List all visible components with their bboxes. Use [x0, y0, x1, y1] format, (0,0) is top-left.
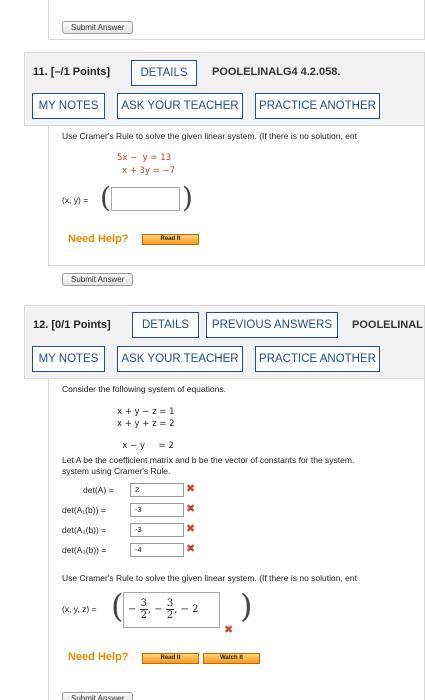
q11-answer-input[interactable]	[111, 187, 180, 211]
q12-watch-it-button[interactable]: Watch It	[203, 653, 260, 664]
q12-let-text: Let A be the coefficient matrix and b be…	[62, 455, 355, 465]
q12-answer-wrong-icon: ✖	[224, 623, 234, 636]
q12-det-input-a1[interactable]: -3	[130, 503, 184, 517]
q12-equation-3: x − y = 2	[117, 431, 174, 451]
q12-wrong-icon-a1: ✖	[186, 502, 196, 515]
q12-submit-answer-button[interactable]: Submit Answer	[62, 692, 134, 700]
q12-num-2: 3	[165, 598, 175, 610]
q12-answer-label: (x, y, z) =	[62, 604, 97, 614]
q12-wrong-icon-a: ✖	[186, 482, 196, 495]
q11-equation-2: x + 3y = −7	[122, 166, 176, 176]
q12-answer-content: − 32, − 32, − 2	[128, 598, 199, 621]
q12-practice-another-button[interactable]: PRACTICE ANOTHER	[255, 346, 380, 372]
q12-read-it-button[interactable]: Read It	[142, 653, 199, 664]
q12-det-label-a: det(A) =	[83, 485, 114, 495]
q12-det-label-a1: det(A₁(b)) =	[62, 505, 106, 515]
q12-wrong-icon-a3: ✖	[186, 542, 196, 555]
q12-right-paren: )	[240, 587, 253, 625]
q11-details-button[interactable]: DETAILS	[131, 60, 197, 86]
q11-submit-answer-button[interactable]: Submit Answer	[62, 273, 134, 286]
q12-fraction-1: 32	[139, 598, 148, 621]
q12-answer-box[interactable]: − 32, − 32, − 2	[123, 592, 220, 628]
q12-det-input-a[interactable]: 2	[130, 483, 184, 497]
q12-my-notes-button[interactable]: MY NOTES	[32, 346, 105, 372]
q12-ask-teacher-button[interactable]: ASK YOUR TEACHER	[117, 346, 243, 372]
q11-number: 11. [–/1 Points]	[33, 66, 110, 78]
previous-question-panel	[48, 0, 425, 40]
q12-equation-2: x + y + z = 2	[117, 419, 175, 429]
q12-equation-1: x + y − z = 1	[117, 407, 175, 417]
q12-det-label-a3: det(A₃(b)) =	[62, 545, 107, 555]
q12-comma-1: , −	[147, 604, 163, 615]
q11-my-notes-button[interactable]: MY NOTES	[32, 93, 105, 119]
q11-practice-another-button[interactable]: PRACTICE ANOTHER	[255, 93, 380, 119]
q12-number-text: 12.	[33, 319, 49, 331]
q12-num-1: 3	[139, 598, 148, 610]
submit-answer-button-top[interactable]: Submit Answer	[62, 21, 134, 34]
q12-fraction-2: 32	[165, 598, 175, 621]
q12-den-2: 2	[166, 610, 174, 621]
q12-left-paren: (	[111, 587, 124, 625]
q11-points: [–/1 Points]	[50, 66, 111, 78]
q12-instruction: Use Cramer's Rule to solve the given lin…	[62, 573, 358, 583]
q12-details-button[interactable]: DETAILS	[132, 312, 199, 338]
q12-det-input-a3[interactable]: -4	[130, 543, 184, 557]
q12-previous-answers-button[interactable]: PREVIOUS ANSWERS	[206, 312, 338, 338]
q12-number: 12. [0/1 Points]	[33, 319, 111, 331]
q11-equation-1: 5x − y = 13	[117, 153, 172, 163]
q11-instruction: Use Cramer's Rule to solve the given lin…	[62, 131, 358, 141]
q12-wrong-icon-a2: ✖	[186, 522, 196, 535]
q11-code: POOLELINALG4 4.2.058.	[212, 66, 341, 78]
q12-need-help: Need Help?	[68, 651, 129, 663]
q12-equation-3-text: x − y = 2	[122, 441, 174, 451]
q12-den-1: 2	[140, 610, 147, 621]
q12-det-label-a2: det(A₂(b)) =	[62, 525, 107, 535]
q11-need-help: Need Help?	[68, 233, 129, 245]
q12-det-input-a2[interactable]: -3	[130, 523, 184, 537]
q12-code: POOLELINAL	[352, 319, 423, 331]
q11-right-paren: )	[182, 181, 193, 214]
q11-answer-label: (x, y) =	[62, 195, 89, 205]
q12-consider-text: Consider the following system of equatio…	[62, 384, 226, 394]
q12-let-text-2: system using Cramer's Rule.	[62, 466, 171, 476]
q11-number-text: 11.	[33, 66, 48, 78]
q12-minus-1: −	[128, 604, 137, 615]
q11-left-paren: (	[100, 181, 111, 214]
q12-points: [0/1 Points]	[51, 319, 111, 331]
q12-last-value: − 2	[180, 604, 199, 615]
q11-ask-teacher-button[interactable]: ASK YOUR TEACHER	[117, 93, 243, 119]
q11-read-it-button[interactable]: Read It	[142, 234, 199, 245]
